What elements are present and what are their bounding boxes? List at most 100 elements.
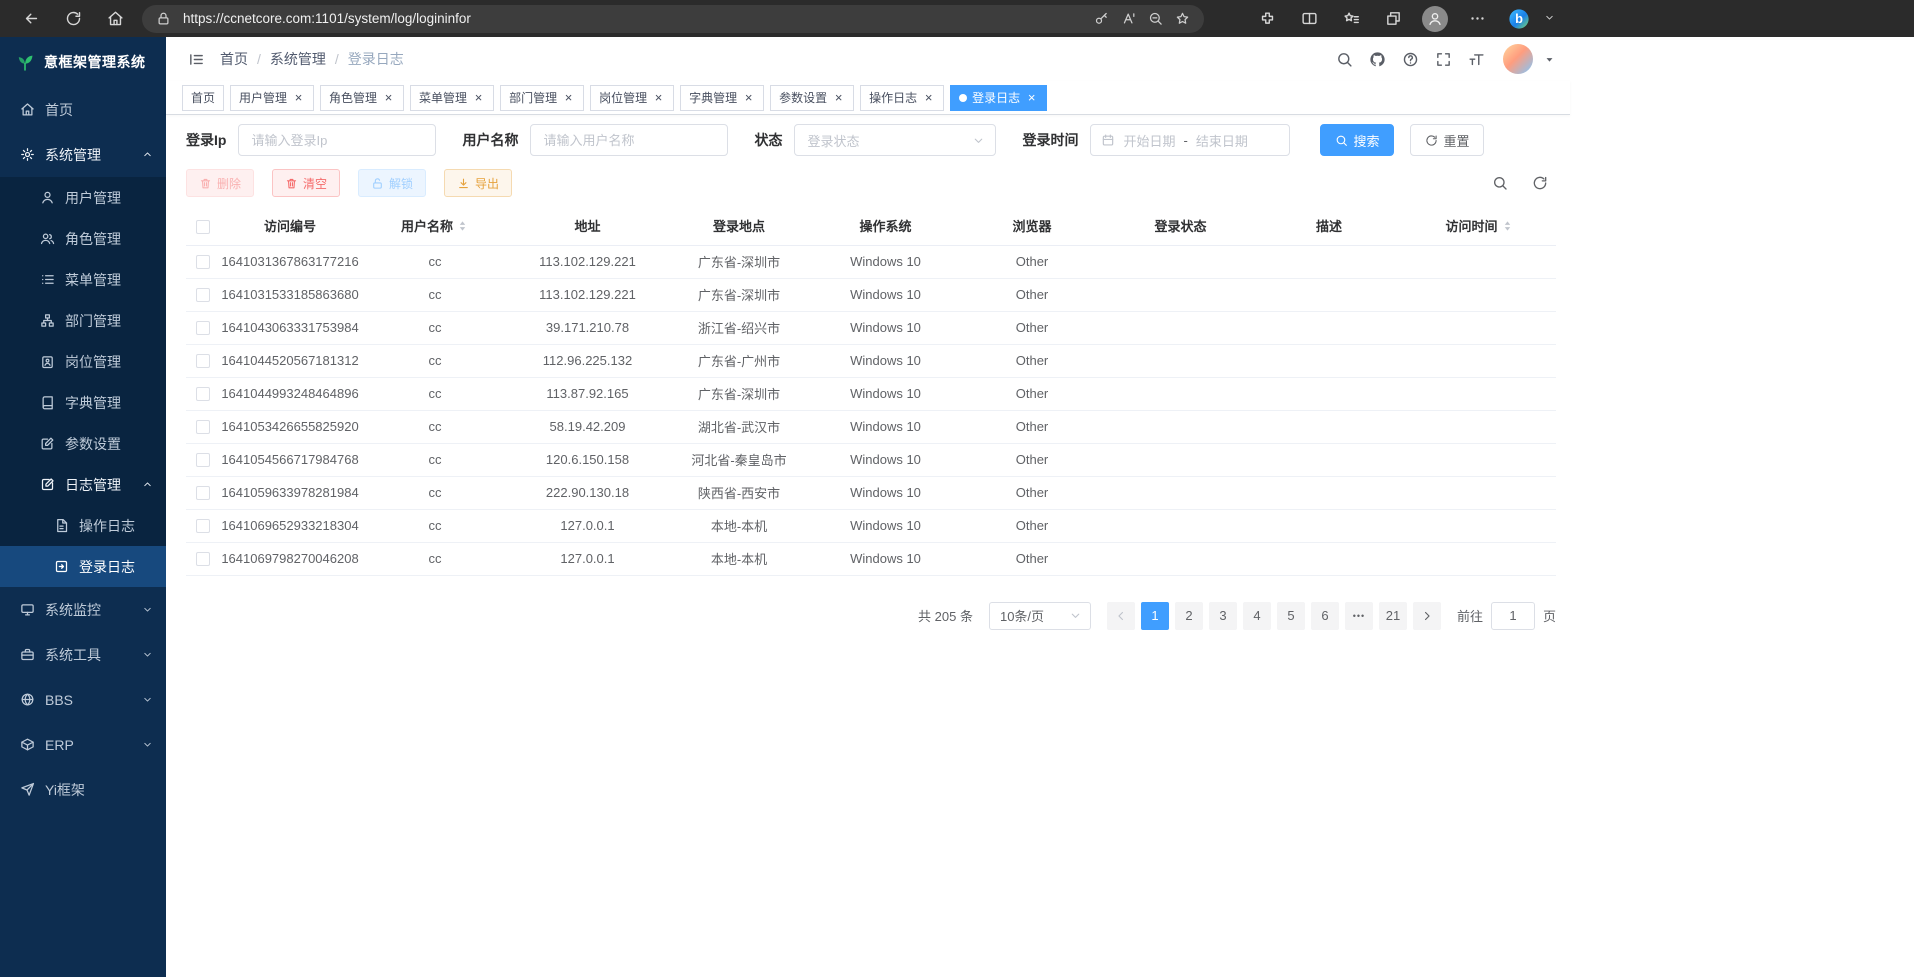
address-bar[interactable]: https://ccnetcore.com:1101/system/log/lo…: [142, 5, 1204, 33]
sidebar-item-bbs[interactable]: BBS: [0, 677, 166, 722]
page-button-2[interactable]: 2: [1175, 602, 1203, 630]
table-row[interactable]: 1641043063331753984cc39.171.210.78浙江省-绍兴…: [186, 311, 1556, 344]
table-row[interactable]: 1641053426655825920cc58.19.42.209湖北省-武汉市…: [186, 410, 1556, 443]
sidebar-item-dept-mgmt[interactable]: 部门管理: [0, 300, 166, 341]
page-button-3[interactable]: 3: [1209, 602, 1237, 630]
table-row[interactable]: 1641054566717984768cc120.6.150.158河北省-秦皇…: [186, 443, 1556, 476]
pager-ellipsis[interactable]: •••: [1345, 602, 1373, 630]
page-button-21[interactable]: 21: [1379, 602, 1407, 630]
table-row[interactable]: 1641044520567181312cc112.96.225.132广东省-广…: [186, 344, 1556, 377]
sidebar-item-erp[interactable]: ERP: [0, 722, 166, 767]
sidebar-toggle-icon[interactable]: [184, 47, 208, 71]
row-checkbox[interactable]: [196, 255, 210, 269]
split-screen-icon[interactable]: [1288, 4, 1330, 34]
export-button[interactable]: 导出: [444, 169, 512, 197]
reload-icon[interactable]: [52, 4, 94, 34]
sidebar-item-dict-mgmt[interactable]: 字典管理: [0, 382, 166, 423]
sidebar-item-param-settings[interactable]: 参数设置: [0, 423, 166, 464]
row-checkbox[interactable]: [196, 288, 210, 302]
close-icon[interactable]: ×: [652, 91, 665, 104]
search-button[interactable]: 搜索: [1320, 124, 1394, 156]
header-search-icon[interactable]: [1332, 47, 1356, 71]
breadcrumb-home[interactable]: 首页: [220, 49, 248, 69]
username-input[interactable]: [530, 124, 728, 156]
sidebar-item-operation-log[interactable]: 操作日志: [0, 505, 166, 546]
row-checkbox[interactable]: [196, 552, 210, 566]
table-row[interactable]: 1641031533185863680cc113.102.129.221广东省-…: [186, 278, 1556, 311]
tab-user-mgmt[interactable]: 用户管理×: [230, 85, 314, 111]
select-all-checkbox[interactable]: [196, 220, 210, 234]
page-button-6[interactable]: 6: [1311, 602, 1339, 630]
sidebar-item-role-mgmt[interactable]: 角色管理: [0, 218, 166, 259]
goto-page-input[interactable]: [1491, 602, 1535, 630]
sidebar-item-user-mgmt[interactable]: 用户管理: [0, 177, 166, 218]
close-icon[interactable]: ×: [832, 91, 845, 104]
row-checkbox[interactable]: [196, 519, 210, 533]
close-icon[interactable]: ×: [382, 91, 395, 104]
favorites-icon[interactable]: [1330, 4, 1372, 34]
fullscreen-icon[interactable]: [1431, 47, 1455, 71]
password-key-icon[interactable]: [1088, 6, 1115, 32]
sidebar-item-login-log[interactable]: 登录日志: [0, 546, 166, 587]
site-security-lock-icon[interactable]: [150, 6, 177, 32]
tab-home[interactable]: 首页: [182, 85, 224, 111]
sidebar-item-system-tools[interactable]: 系统工具: [0, 632, 166, 677]
browser-menu-icon[interactable]: [1456, 4, 1498, 34]
close-icon[interactable]: ×: [472, 91, 485, 104]
refresh-table-icon[interactable]: [1528, 171, 1552, 195]
sidebar-item-menu-mgmt[interactable]: 菜单管理: [0, 259, 166, 300]
table-row[interactable]: 1641044993248464896cc113.87.92.165广东省-深圳…: [186, 377, 1556, 410]
row-checkbox[interactable]: [196, 420, 210, 434]
row-checkbox[interactable]: [196, 453, 210, 467]
tab-login-log[interactable]: 登录日志×: [950, 85, 1047, 111]
help-icon[interactable]: [1398, 47, 1422, 71]
copilot-bing-icon[interactable]: b: [1498, 4, 1540, 34]
prev-page-button[interactable]: [1107, 602, 1135, 630]
sidebar-item-system-monitor[interactable]: 系统监控: [0, 587, 166, 632]
user-avatar[interactable]: [1503, 44, 1533, 74]
clear-button[interactable]: 清空: [272, 169, 340, 197]
table-row[interactable]: 1641059633978281984cc222.90.130.18陕西省-西安…: [186, 476, 1556, 509]
extensions-icon[interactable]: [1246, 4, 1288, 34]
tab-post-mgmt[interactable]: 岗位管理×: [590, 85, 674, 111]
toggle-search-icon[interactable]: [1488, 171, 1512, 195]
reset-button[interactable]: 重置: [1410, 124, 1484, 156]
row-checkbox[interactable]: [196, 387, 210, 401]
avatar-caret-down-icon[interactable]: [1542, 47, 1556, 71]
page-button-4[interactable]: 4: [1243, 602, 1271, 630]
page-button-1[interactable]: 1: [1141, 602, 1169, 630]
github-icon[interactable]: [1365, 47, 1389, 71]
next-page-button[interactable]: [1413, 602, 1441, 630]
read-aloud-icon[interactable]: [1115, 6, 1142, 32]
add-favorite-star-icon[interactable]: [1169, 6, 1196, 32]
sidebar-item-home[interactable]: 首页: [0, 87, 166, 132]
collections-icon[interactable]: [1372, 4, 1414, 34]
tab-menu-mgmt[interactable]: 菜单管理×: [410, 85, 494, 111]
login-ip-input[interactable]: [238, 124, 436, 156]
delete-button[interactable]: 删除: [186, 169, 254, 197]
breadcrumb-system-mgmt[interactable]: 系统管理: [270, 49, 326, 69]
url-text[interactable]: https://ccnetcore.com:1101/system/log/lo…: [183, 11, 1088, 26]
page-size-select[interactable]: 10条/页: [989, 602, 1091, 630]
tab-dept-mgmt[interactable]: 部门管理×: [500, 85, 584, 111]
sort-carets-icon[interactable]: [1501, 219, 1514, 233]
back-icon[interactable]: [10, 4, 52, 34]
column-header-time[interactable]: 访问时间: [1403, 207, 1556, 245]
row-checkbox[interactable]: [196, 486, 210, 500]
zoom-out-icon[interactable]: [1142, 6, 1169, 32]
close-icon[interactable]: ×: [292, 91, 305, 104]
row-checkbox[interactable]: [196, 321, 210, 335]
table-row[interactable]: 1641069798270046208cc127.0.0.1本地-本机Windo…: [186, 542, 1556, 575]
tab-role-mgmt[interactable]: 角色管理×: [320, 85, 404, 111]
table-row[interactable]: 1641069652933218304cc127.0.0.1本地-本机Windo…: [186, 509, 1556, 542]
sidebar-item-yi-framework[interactable]: Yi框架: [0, 767, 166, 812]
sort-carets-icon[interactable]: [456, 219, 469, 233]
font-size-icon[interactable]: [1464, 47, 1488, 71]
close-icon[interactable]: ×: [1025, 91, 1038, 104]
sidebar-item-system-mgmt[interactable]: 系统管理: [0, 132, 166, 177]
sidebar-item-post-mgmt[interactable]: 岗位管理: [0, 341, 166, 382]
unlock-button[interactable]: 解锁: [358, 169, 426, 197]
table-row[interactable]: 1641031367863177216cc113.102.129.221广东省-…: [186, 245, 1556, 278]
toolbar-chevron-down-icon[interactable]: [1540, 3, 1558, 33]
column-header-user[interactable]: 用户名称: [360, 207, 510, 245]
